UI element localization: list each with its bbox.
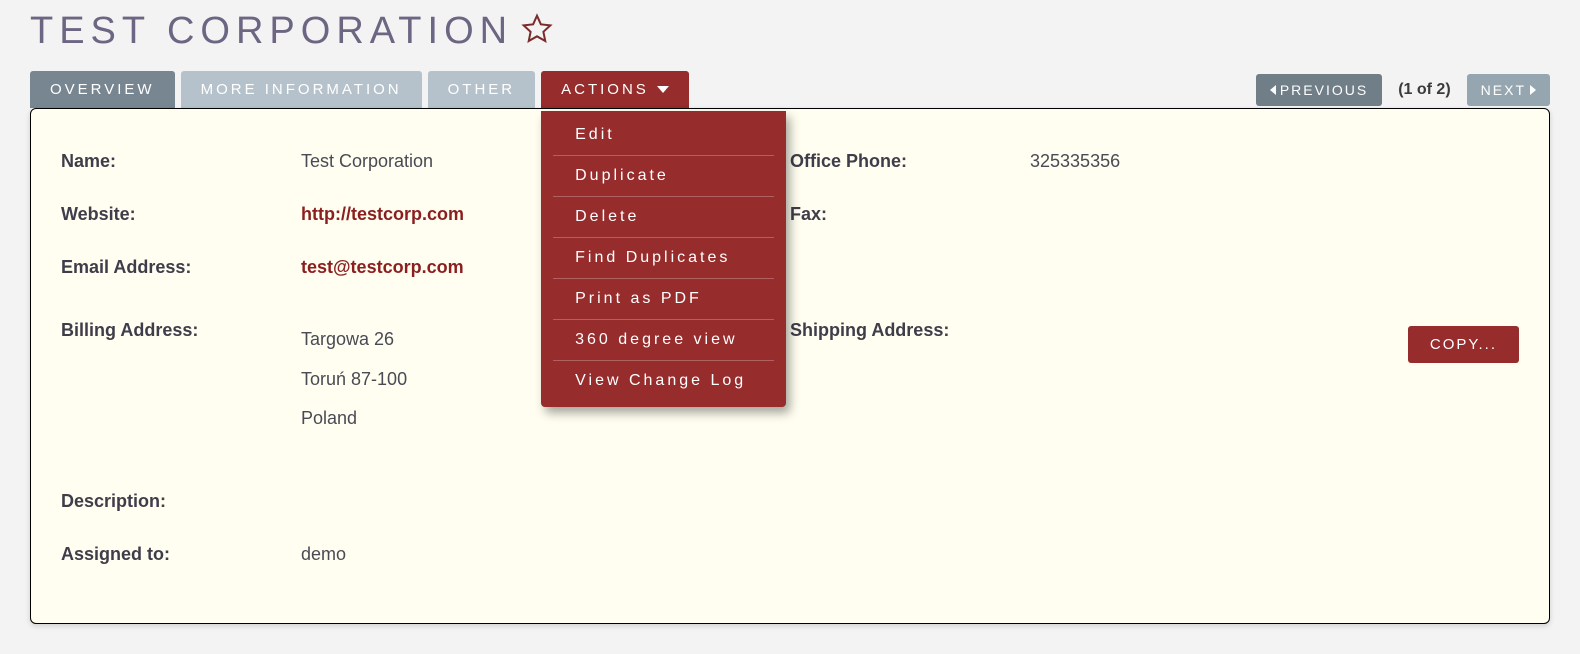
value-email[interactable]: test@testcorp.com (301, 257, 464, 277)
favorite-star-icon[interactable] (521, 13, 553, 50)
label-name: Name: (61, 147, 301, 176)
next-label: NEXT (1481, 82, 1526, 98)
tab-more-information[interactable]: MORE INFORMATION (181, 71, 422, 108)
value-website[interactable]: http://testcorp.com (301, 204, 464, 224)
next-button[interactable]: NEXT (1467, 74, 1550, 106)
tab-actions[interactable]: ACTIONS Edit Duplicate Delete Find Dupli… (541, 71, 689, 108)
action-delete[interactable]: Delete (553, 197, 774, 238)
label-billing-address: Billing Address: (61, 316, 301, 345)
tab-other[interactable]: OTHER (428, 71, 536, 108)
label-shipping-address: Shipping Address: (790, 316, 1030, 345)
label-assigned-to: Assigned to: (61, 540, 301, 569)
previous-label: PREVIOUS (1280, 82, 1368, 98)
header-row: TEST CORPORATION (30, 10, 1550, 53)
chevron-down-icon (657, 86, 669, 93)
label-fax: Fax: (790, 200, 1030, 229)
action-360-view[interactable]: 360 degree view (553, 320, 774, 361)
label-website: Website: (61, 200, 301, 229)
action-change-log[interactable]: View Change Log (553, 361, 774, 401)
action-edit[interactable]: Edit (553, 115, 774, 156)
previous-button[interactable]: PREVIOUS (1256, 74, 1382, 106)
action-find-duplicates[interactable]: Find Duplicates (553, 238, 774, 279)
value-shipping-address (1030, 316, 1519, 324)
tabs-row: OVERVIEW MORE INFORMATION OTHER ACTIONS … (30, 71, 1550, 108)
tab-overview[interactable]: OVERVIEW (30, 71, 175, 108)
page-title: TEST CORPORATION (30, 10, 513, 53)
value-office-phone: 325335356 (1030, 147, 1519, 176)
copy-shipping-button[interactable]: COPY... (1408, 326, 1519, 363)
value-fax (1030, 200, 1519, 208)
tab-actions-label: ACTIONS (561, 81, 649, 98)
action-duplicate[interactable]: Duplicate (553, 156, 774, 197)
label-description: Description: (61, 487, 301, 516)
value-description (301, 487, 1519, 495)
chevron-left-icon (1270, 85, 1276, 95)
actions-dropdown: Edit Duplicate Delete Find Duplicates Pr… (541, 111, 786, 407)
label-email: Email Address: (61, 253, 301, 282)
detail-panel: Name: Test Corporation Website: http://t… (30, 108, 1550, 624)
label-office-phone: Office Phone: (790, 147, 1030, 176)
chevron-right-icon (1530, 85, 1536, 95)
action-print-pdf[interactable]: Print as PDF (553, 279, 774, 320)
page-indicator: (1 of 2) (1388, 81, 1460, 99)
value-assigned-to: demo (301, 540, 1519, 569)
